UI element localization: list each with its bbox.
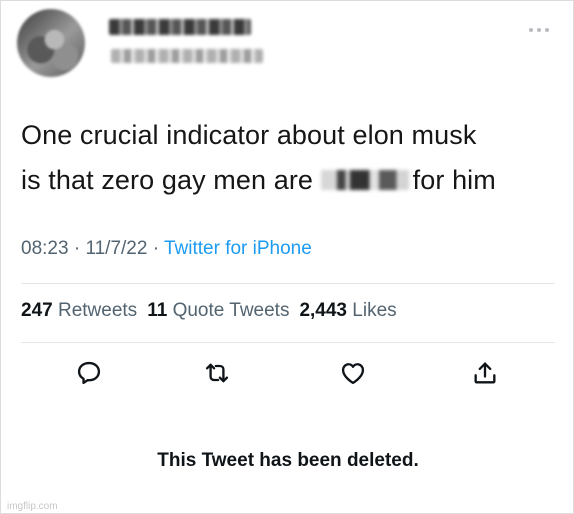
- more-options-icon[interactable]: [529, 27, 553, 33]
- censored-word: [320, 170, 409, 190]
- likes-count: 2,443: [299, 300, 347, 321]
- meta-separator: ·: [152, 238, 160, 259]
- likes-stat[interactable]: 2,443 Likes: [299, 300, 396, 321]
- retweets-count: 247: [21, 300, 53, 321]
- retweet-button[interactable]: [201, 357, 233, 389]
- display-name-blurred[interactable]: [109, 19, 251, 35]
- deleted-notice: This Tweet has been deleted.: [157, 450, 419, 471]
- tweet-time[interactable]: 08:23: [21, 238, 69, 259]
- tweet-card: One crucial indicator about elon musk is…: [0, 0, 574, 514]
- tweet-meta: 08:23 · 11/7/22 · Twitter for iPhone: [21, 238, 312, 260]
- tweet-text-after-censor: for him: [412, 165, 496, 195]
- like-icon: [341, 363, 365, 385]
- reply-icon: [77, 361, 101, 385]
- quote-tweets-label: Quote Tweets: [172, 300, 290, 321]
- tweet-text-before-censor: is that zero gay men are: [21, 165, 314, 195]
- tweet-text: One crucial indicator about elon musk is…: [21, 113, 561, 203]
- avatar[interactable]: [17, 9, 85, 77]
- action-bar: [1, 357, 574, 397]
- retweet-icon: [205, 363, 229, 383]
- divider: [21, 342, 555, 343]
- share-button[interactable]: [469, 357, 501, 389]
- share-icon: [474, 362, 496, 384]
- retweets-stat[interactable]: 247 Retweets: [21, 300, 137, 321]
- meta-separator: ·: [73, 238, 81, 259]
- watermark: imgflip.com: [7, 501, 58, 512]
- tweet-date[interactable]: 11/7/22: [85, 238, 147, 259]
- tweet-text-line-2: is that zero gay men are for him: [21, 158, 561, 203]
- retweets-label: Retweets: [57, 300, 138, 321]
- reply-button[interactable]: [73, 357, 105, 389]
- quote-tweets-stat[interactable]: 11 Quote Tweets: [147, 300, 289, 321]
- tweet-stats: 247 Retweets 11 Quote Tweets 2,443 Likes: [21, 300, 397, 322]
- tweet-source-link[interactable]: Twitter for iPhone: [164, 238, 312, 259]
- divider: [21, 283, 555, 284]
- like-button[interactable]: [337, 357, 369, 389]
- username-blurred: [111, 49, 263, 63]
- quote-tweets-count: 11: [147, 300, 168, 321]
- likes-label: Likes: [352, 300, 397, 321]
- tweet-text-line-1: One crucial indicator about elon musk: [21, 120, 477, 150]
